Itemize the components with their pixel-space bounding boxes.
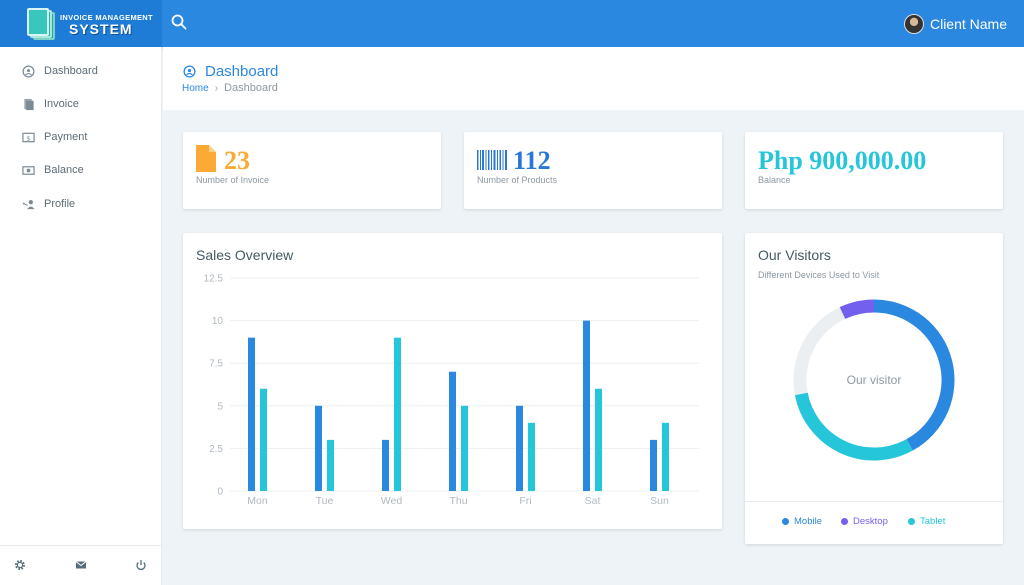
dashboard-icon bbox=[22, 65, 35, 77]
product-count: 112 bbox=[513, 146, 551, 175]
sidebar-footer bbox=[0, 545, 162, 585]
balance-icon bbox=[22, 165, 35, 175]
barcode-icon bbox=[477, 150, 507, 170]
visitors-card: Our Visitors Different Devices Used to V… bbox=[745, 233, 1003, 544]
balance-amount: Php 900,000.00 bbox=[758, 146, 927, 175]
legend-item-desktop[interactable]: Desktop bbox=[841, 516, 888, 527]
bar bbox=[327, 439, 334, 491]
x-tick-label: Tue bbox=[316, 495, 334, 507]
y-tick-label: 7.5 bbox=[209, 359, 223, 370]
sidebar-item-label: Dashboard bbox=[44, 65, 98, 77]
legend-dot bbox=[782, 518, 789, 525]
legend-label: Mobile bbox=[794, 516, 822, 527]
legend-label: Desktop bbox=[853, 516, 888, 527]
bar bbox=[595, 388, 602, 491]
legend-label: Tablet bbox=[920, 516, 946, 527]
payment-icon: $ bbox=[22, 132, 35, 142]
top-bar: INVOICE MANAGEMENT SYSTEM Client Name bbox=[0, 0, 1024, 47]
sidebar-item-invoice[interactable]: Invoice bbox=[22, 95, 79, 113]
settings-icon[interactable] bbox=[13, 558, 27, 572]
sidebar: Dashboard Invoice $ Payment Balance Prof… bbox=[0, 47, 162, 585]
legend-item-tablet[interactable]: Tablet bbox=[908, 516, 945, 527]
dashboard-icon bbox=[183, 65, 196, 78]
bar bbox=[315, 405, 322, 491]
y-tick-label: 12.5 bbox=[204, 274, 224, 285]
breadcrumb: Home › Dashboard bbox=[182, 82, 278, 94]
svg-text:$: $ bbox=[26, 134, 30, 142]
avatar bbox=[903, 14, 924, 34]
sales-overview-card: Sales Overview 0 2.5 5 7.5 10 12.5 Mon Tue Wed Th… bbox=[183, 233, 722, 529]
sidebar-item-label: Balance bbox=[44, 164, 84, 176]
visitors-legend: Mobile Desktop Tablet bbox=[745, 501, 1003, 545]
chevron-right-icon: › bbox=[214, 82, 219, 94]
sales-bar-chart: 0 2.5 5 7.5 10 12.5 Mon Tue Wed Thu Fri Sat Sun bbox=[204, 274, 699, 507]
mail-icon[interactable] bbox=[74, 558, 88, 572]
x-tick-label: Wed bbox=[381, 495, 403, 507]
bar bbox=[394, 337, 401, 491]
bar bbox=[516, 405, 523, 491]
client-name: Client Name bbox=[929, 16, 1007, 32]
x-tick-label: Fri bbox=[519, 495, 531, 507]
x-tick-label: Mon bbox=[247, 495, 268, 507]
x-tick-label: Sat bbox=[585, 495, 601, 507]
bar bbox=[650, 439, 657, 491]
bar bbox=[461, 405, 468, 491]
sidebar-item-label: Invoice bbox=[44, 98, 79, 110]
bar bbox=[528, 422, 535, 491]
legend-dot bbox=[841, 518, 848, 525]
sidebar-item-profile[interactable]: Profile bbox=[22, 195, 75, 213]
stat-card-balance: Php 900,000.00 Balance bbox=[745, 132, 1003, 209]
invoice-icon bbox=[24, 98, 34, 110]
donut-center-label: Our visitor bbox=[847, 373, 902, 387]
bar bbox=[662, 422, 669, 491]
power-icon[interactable] bbox=[134, 558, 148, 572]
breadcrumb-current: Dashboard bbox=[224, 82, 278, 94]
stat-card-products: 112 Number of Products bbox=[464, 132, 722, 209]
file-icon bbox=[196, 145, 216, 172]
balance-label: Balance bbox=[758, 175, 791, 185]
sidebar-item-dashboard[interactable]: Dashboard bbox=[22, 62, 98, 80]
brand-title-line2: SYSTEM bbox=[69, 21, 133, 37]
sidebar-item-payment[interactable]: $ Payment bbox=[22, 128, 87, 146]
profile-icon bbox=[22, 199, 35, 209]
sidebar-item-label: Profile bbox=[44, 198, 76, 210]
stat-card-invoices: 23 Number of Invoice bbox=[183, 132, 441, 209]
brand-logo[interactable]: INVOICE MANAGEMENT SYSTEM bbox=[0, 0, 162, 47]
donut-slice bbox=[793, 307, 846, 396]
x-tick-label: Sun bbox=[650, 495, 669, 507]
y-tick-label: 2.5 bbox=[209, 444, 223, 455]
page-header: Dashboard Home › Dashboard bbox=[163, 47, 1024, 110]
legend-item-mobile[interactable]: Mobile bbox=[782, 516, 822, 527]
bar bbox=[382, 439, 389, 491]
sidebar-item-label: Payment bbox=[44, 131, 88, 143]
user-menu[interactable]: Client Name bbox=[903, 13, 1007, 35]
y-tick-label: 0 bbox=[217, 487, 223, 498]
logo-icon bbox=[27, 8, 57, 40]
y-tick-label: 5 bbox=[217, 401, 223, 412]
sidebar-item-balance[interactable]: Balance bbox=[22, 161, 84, 179]
visitors-donut-chart: Our visitor bbox=[793, 299, 955, 461]
bar bbox=[248, 337, 255, 491]
legend-dot bbox=[908, 518, 915, 525]
bar bbox=[583, 320, 590, 491]
invoice-count: 23 bbox=[224, 146, 250, 175]
breadcrumb-home[interactable]: Home bbox=[182, 83, 209, 94]
bar bbox=[449, 371, 456, 491]
product-count-label: Number of Products bbox=[477, 175, 558, 185]
search-icon[interactable] bbox=[170, 13, 188, 31]
invoice-count-label: Number of Invoice bbox=[196, 175, 270, 185]
bar bbox=[260, 388, 267, 491]
x-tick-label: Thu bbox=[449, 495, 467, 507]
y-tick-label: 10 bbox=[212, 316, 224, 327]
donut-slice bbox=[839, 299, 875, 320]
page-title: Dashboard bbox=[205, 63, 279, 80]
donut-slice bbox=[794, 392, 913, 461]
